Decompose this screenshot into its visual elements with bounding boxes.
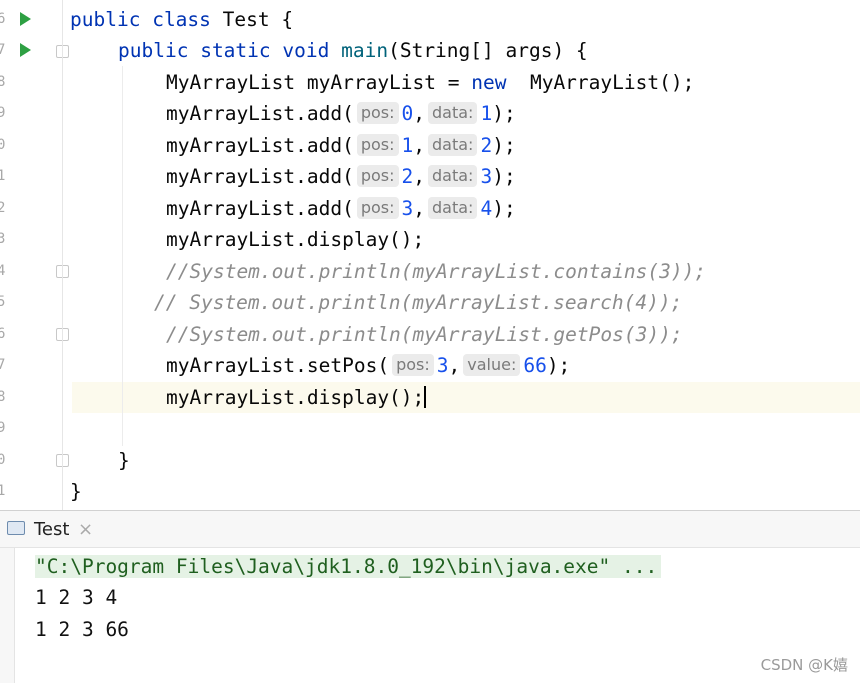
line-number: 6 bbox=[0, 326, 6, 342]
run-main-icon[interactable] bbox=[20, 43, 31, 57]
code-line-add: myArrayList.add(pos: 1, data: 2); bbox=[166, 134, 516, 157]
close-icon[interactable]: × bbox=[78, 519, 93, 540]
code-line-add: myArrayList.add(pos: 3, data: 4); bbox=[166, 197, 516, 220]
keyword: public bbox=[70, 8, 141, 31]
line-number: 2 bbox=[0, 200, 6, 216]
line-number: 8 bbox=[0, 74, 6, 90]
console-output-line: 1 2 3 66 bbox=[35, 618, 129, 641]
line-number: 3 bbox=[0, 231, 6, 247]
code-line-comment: //System.out.println(myArrayList.contain… bbox=[166, 260, 707, 283]
method-name: main bbox=[341, 39, 389, 62]
code-line-main-decl: public static void main(String[] args) { bbox=[118, 39, 588, 62]
line-number: 0 bbox=[0, 137, 6, 153]
watermark: CSDN @K嬉 bbox=[760, 656, 848, 674]
line-number: 1 bbox=[0, 483, 6, 499]
console-icon bbox=[7, 521, 25, 535]
code-line-setpos: myArrayList.setPos(pos: 3, value: 66); bbox=[166, 354, 571, 377]
param-hint: pos: bbox=[356, 165, 399, 187]
code-line-brace: } bbox=[118, 449, 130, 472]
line-number: 0 bbox=[0, 452, 6, 468]
run-class-icon[interactable] bbox=[20, 12, 31, 26]
line-number: 6 bbox=[0, 11, 6, 27]
param-hint: data: bbox=[428, 165, 478, 187]
param-hint: pos: bbox=[392, 354, 434, 376]
line-number: 5 bbox=[0, 294, 6, 310]
param-hint: data: bbox=[428, 197, 478, 219]
code-editor[interactable]: 6 7 8 9 0 1 2 3 4 5 6 7 8 9 0 1 public c… bbox=[0, 0, 860, 510]
code-line-new-list: MyArrayList myArrayList = new MyArrayLis… bbox=[166, 71, 695, 94]
line-number: 9 bbox=[0, 105, 6, 121]
line-number: 4 bbox=[0, 263, 6, 279]
console-output-line: 1 2 3 4 bbox=[35, 586, 118, 609]
code-line-display-current: myArrayList.display(); bbox=[166, 386, 427, 409]
run-tabbar: Test × bbox=[0, 510, 860, 548]
code-line-brace: } bbox=[70, 480, 82, 503]
line-number: 9 bbox=[0, 420, 6, 436]
param-hint: data: bbox=[428, 102, 478, 124]
console-command: "C:\Program Files\Java\jdk1.8.0_192\bin\… bbox=[35, 551, 662, 582]
param-hint: data: bbox=[428, 134, 478, 156]
code-line-comment: // System.out.println(myArrayList.search… bbox=[154, 291, 683, 314]
line-number: 7 bbox=[0, 357, 6, 373]
param-hint: pos: bbox=[356, 134, 399, 156]
param-hint: pos: bbox=[356, 102, 399, 124]
param-hint: value: bbox=[463, 354, 521, 376]
param-hint: pos: bbox=[356, 197, 399, 219]
line-number: 1 bbox=[0, 168, 6, 184]
code-line-display: myArrayList.display(); bbox=[166, 228, 425, 251]
text-caret bbox=[424, 386, 427, 408]
keyword: class bbox=[152, 8, 211, 31]
code-line-comment: //System.out.println(myArrayList.getPos(… bbox=[166, 323, 683, 346]
indent-guide bbox=[122, 66, 123, 446]
code-line-class-decl: public class Test { bbox=[70, 8, 294, 31]
code-line-add: myArrayList.add(pos: 2, data: 3); bbox=[166, 165, 516, 188]
run-tab-test[interactable]: Test bbox=[34, 519, 69, 540]
line-number: 8 bbox=[0, 389, 6, 405]
console-gutter bbox=[0, 548, 15, 683]
code-line-add: myArrayList.add(pos: 0, data: 1); bbox=[166, 102, 516, 125]
line-number: 7 bbox=[0, 42, 6, 58]
run-panel: Test × "C:\Program Files\Java\jdk1.8.0_1… bbox=[0, 510, 860, 683]
gutter-divider bbox=[62, 0, 63, 510]
